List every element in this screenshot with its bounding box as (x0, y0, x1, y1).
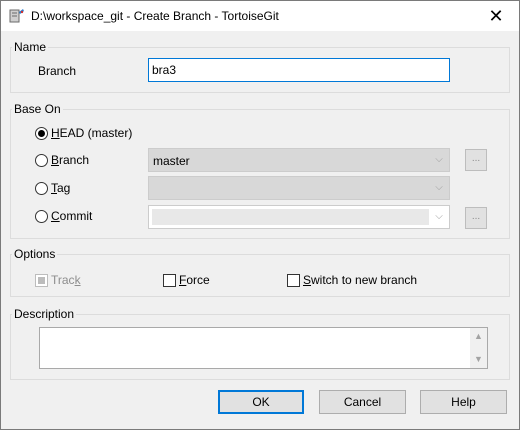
radio-commit-indicator (35, 209, 48, 223)
name-group-title: Name (12, 40, 49, 54)
branch-name-value: bra3 (152, 63, 177, 77)
radio-tag[interactable]: Tag (35, 181, 70, 195)
ellipsis-icon: ... (471, 211, 481, 222)
branch-name-input[interactable]: bra3 (148, 58, 450, 82)
ok-button[interactable]: OK (218, 390, 304, 414)
radio-tag-label: Tag (51, 181, 71, 195)
radio-commit-label: Commit (51, 209, 93, 223)
description-scrollbar[interactable]: ▲ ▼ (470, 328, 487, 368)
commit-combo[interactable]: ⌵ (148, 205, 450, 229)
branch-name-label: Branch (38, 64, 77, 78)
description-textarea[interactable]: ▲ ▼ (39, 327, 488, 369)
scroll-down-icon[interactable]: ▼ (470, 351, 487, 368)
window-title: D:\workspace_git - Create Branch - Torto… (31, 9, 279, 23)
switch-checkbox-indicator (287, 273, 300, 287)
switch-to-new-branch-checkbox[interactable]: Switch to new branch (287, 273, 417, 287)
track-checkbox-indicator (35, 273, 48, 287)
radio-branch-indicator (35, 153, 48, 167)
radio-head-label: HEAD (master) (51, 126, 133, 140)
branch-browse-button[interactable]: ... (465, 149, 487, 171)
radio-head-indicator (35, 126, 48, 140)
switch-checkbox-label: Switch to new branch (303, 273, 418, 287)
branch-combo[interactable]: master ⌵ (148, 148, 450, 172)
cancel-button[interactable]: Cancel (319, 390, 406, 414)
force-checkbox[interactable]: Force (163, 273, 210, 287)
description-group-title: Description (12, 307, 77, 321)
commit-browse-button[interactable]: ... (465, 207, 487, 229)
radio-branch[interactable]: Branch (35, 153, 89, 167)
close-icon: ✕ (488, 5, 504, 26)
close-button[interactable]: ✕ (473, 1, 519, 31)
commit-combo-field (152, 209, 429, 225)
options-group: Options (10, 247, 510, 297)
track-checkbox-label: Track (51, 273, 81, 287)
tag-combo[interactable]: ⌵ (148, 176, 450, 200)
help-button[interactable]: Help (420, 390, 507, 414)
create-branch-dialog: D:\workspace_git - Create Branch - Torto… (0, 0, 520, 430)
radio-branch-label: Branch (51, 153, 90, 167)
force-checkbox-label: Force (179, 273, 210, 287)
chevron-down-icon: ⌵ (435, 182, 443, 193)
branch-combo-value: master (153, 154, 190, 168)
chevron-down-icon: ⌵ (435, 211, 443, 222)
radio-head[interactable]: HEAD (master) (35, 126, 132, 140)
options-group-title: Options (12, 247, 58, 261)
force-checkbox-indicator (163, 273, 176, 287)
track-checkbox[interactable]: Track (35, 273, 81, 287)
tortoisegit-app-icon (9, 9, 24, 23)
title-bar[interactable]: D:\workspace_git - Create Branch - Torto… (1, 1, 519, 31)
base-on-group-title: Base On (12, 102, 63, 116)
scroll-up-icon[interactable]: ▲ (470, 328, 487, 345)
ellipsis-icon: ... (471, 153, 481, 164)
radio-commit[interactable]: Commit (35, 209, 92, 223)
radio-tag-indicator (35, 181, 48, 195)
chevron-down-icon: ⌵ (435, 154, 443, 165)
